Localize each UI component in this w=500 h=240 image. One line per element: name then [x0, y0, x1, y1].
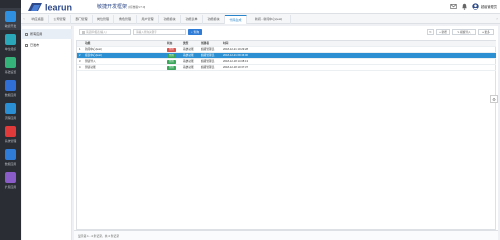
nav-label: 单位组织	[4, 46, 17, 51]
more-button[interactable]: ≡ 更多	[478, 29, 494, 35]
category-select[interactable]: 请选择/报表(输入)	[79, 29, 131, 35]
main-panel: 请选择/报表(输入) 请输入查询关键字 ⌕ 查询 ↻ + 新增 ✎ 模板导入 ≡…	[74, 26, 498, 240]
search-button-label: 查询	[193, 30, 199, 34]
add-button[interactable]: + 新增	[436, 29, 450, 35]
nav-label: 流程应用	[4, 115, 17, 120]
header-title: 敏捷开发框架 [标准版V7.0]	[97, 3, 145, 10]
settings-icon	[5, 57, 16, 68]
table-cell-name: 测试功能	[85, 66, 96, 69]
status-badge: 禁用	[167, 48, 176, 52]
table-cell-num: 4	[79, 66, 81, 69]
status-cell: 禁用	[167, 65, 181, 71]
tab-6[interactable]: 用户管理	[137, 15, 159, 24]
folder-icon	[25, 32, 28, 36]
status-badge: 禁用	[167, 54, 176, 58]
svg-text:learun: learun	[45, 2, 72, 12]
toolbar: 请选择/报表(输入) 请输入查询关键字 ⌕ 查询 ↻ + 新增 ✎ 模板导入 ≡…	[74, 26, 498, 38]
tree-item-published[interactable]: 已发布	[22, 40, 72, 50]
settings-gear-icon[interactable]: ⚙	[490, 95, 498, 103]
import-button-label: 模板导入	[460, 31, 471, 34]
status-badge: 禁用	[167, 60, 176, 64]
refresh-button[interactable]: ↻	[427, 29, 434, 35]
tab-8[interactable]: 功能表单	[181, 15, 203, 24]
org-icon	[5, 34, 16, 45]
nav-label: 数据应用	[4, 92, 17, 97]
header-version: [标准版V7.0]	[128, 5, 146, 9]
tree-item-label: 已发布	[30, 43, 40, 47]
header-title-text: 敏捷开发框架	[97, 4, 128, 10]
category-select-placeholder: 请选择/报表(输入)	[86, 31, 107, 34]
tree-item-label: 所有应用	[30, 32, 43, 36]
pager: 显示第 1 - 4 条记录，共 4 条记录	[74, 230, 498, 240]
import-button[interactable]: ✎ 模板导入	[452, 29, 476, 35]
system-icon	[5, 126, 16, 137]
notification-icon[interactable]	[461, 3, 468, 10]
nav-item-4[interactable]: 数据应用	[0, 77, 21, 99]
search-input-placeholder: 请输入查询关键字	[136, 31, 157, 34]
nav-item-1[interactable]: 敏捷开发	[0, 8, 21, 30]
tab-5[interactable]: 角色管理	[114, 15, 137, 24]
extension-icon	[5, 172, 16, 183]
nav-label: 敏捷开发	[4, 23, 17, 28]
tab-1[interactable]: 响应桌面	[27, 15, 49, 24]
table-cell-creator: 超级管理员	[201, 66, 215, 69]
share-icon	[5, 103, 16, 114]
nav-item-3[interactable]: 基础设置	[0, 54, 21, 76]
tab-4[interactable]: 岗位管理	[93, 15, 114, 24]
learun-logo: learun	[28, 2, 72, 12]
nav-item-7[interactable]: 数据应用	[0, 146, 21, 168]
status-badge: 禁用	[167, 66, 176, 70]
top-header: learun 敏捷开发框架 [标准版V7.0] 超级管理员	[21, 0, 500, 14]
nav-item-6[interactable]: 系统管理	[0, 123, 21, 145]
table-row[interactable]: 4 测试功能 禁用 系统功能 超级管理员 2018-12-18 10:37:37	[77, 65, 496, 71]
data-icon	[5, 80, 16, 91]
user-name[interactable]: 超级管理员	[481, 4, 497, 9]
left-navigation: 敏捷开发 单位组织 基础设置 数据应用 流程应用 系统管理 数据应用 扩展应用	[0, 0, 21, 240]
tab-bar: ‹ 响应桌面 公司管理 部门管理 岗位管理 角色管理 用户管理 功能模块 功能表…	[21, 14, 500, 24]
add-button-label: 新增	[441, 31, 447, 34]
chart-icon	[5, 149, 16, 160]
folder-icon	[25, 43, 28, 47]
tab-2[interactable]: 公司管理	[49, 15, 71, 24]
nav-item-5[interactable]: 流程应用	[0, 100, 21, 122]
tab-7[interactable]: 功能模块	[159, 15, 181, 24]
table-cell-type: 系统功能	[183, 66, 194, 69]
nav-label: 系统管理	[4, 138, 17, 143]
app-grid-icon	[5, 11, 16, 22]
nav-label: 扩展应用	[4, 184, 17, 189]
tab-3[interactable]: 部门管理	[71, 15, 93, 24]
table-cell-time: 2018-12-18 10:37:37	[223, 66, 248, 69]
pager-text: 显示第 1 - 4 条记录，共 4 条记录	[78, 234, 120, 238]
tree-item-all[interactable]: 所有应用	[22, 29, 72, 39]
refresh-icon: ↻	[429, 31, 432, 34]
avatar[interactable]	[472, 3, 479, 10]
nav-item-8[interactable]: 扩展应用	[0, 169, 21, 191]
search-button[interactable]: ⌕ 查询	[188, 29, 202, 35]
nav-label: 基础设置	[4, 69, 17, 74]
tab-9[interactable]: 功能模块	[203, 15, 225, 24]
list-icon	[81, 31, 85, 34]
side-tree: 所有应用 已发布	[22, 26, 72, 240]
message-icon[interactable]	[450, 3, 457, 10]
more-button-label: 更多	[484, 31, 490, 34]
tab-11[interactable]: 新闻...新闻中心(test)	[247, 15, 291, 24]
tab-10-active[interactable]: 代码生成	[225, 15, 247, 24]
nav-item-2[interactable]: 单位组织	[0, 31, 21, 53]
data-grid: 功能 状态 类型 创建者 时间 1 新闻中心(test) 禁用 系统功能 超级管理员 20…	[76, 40, 496, 230]
search-input[interactable]: 请输入查询关键字	[133, 29, 186, 35]
nav-label: 数据应用	[4, 161, 17, 166]
tab-scroll-right-icon[interactable]: ›	[494, 15, 500, 24]
